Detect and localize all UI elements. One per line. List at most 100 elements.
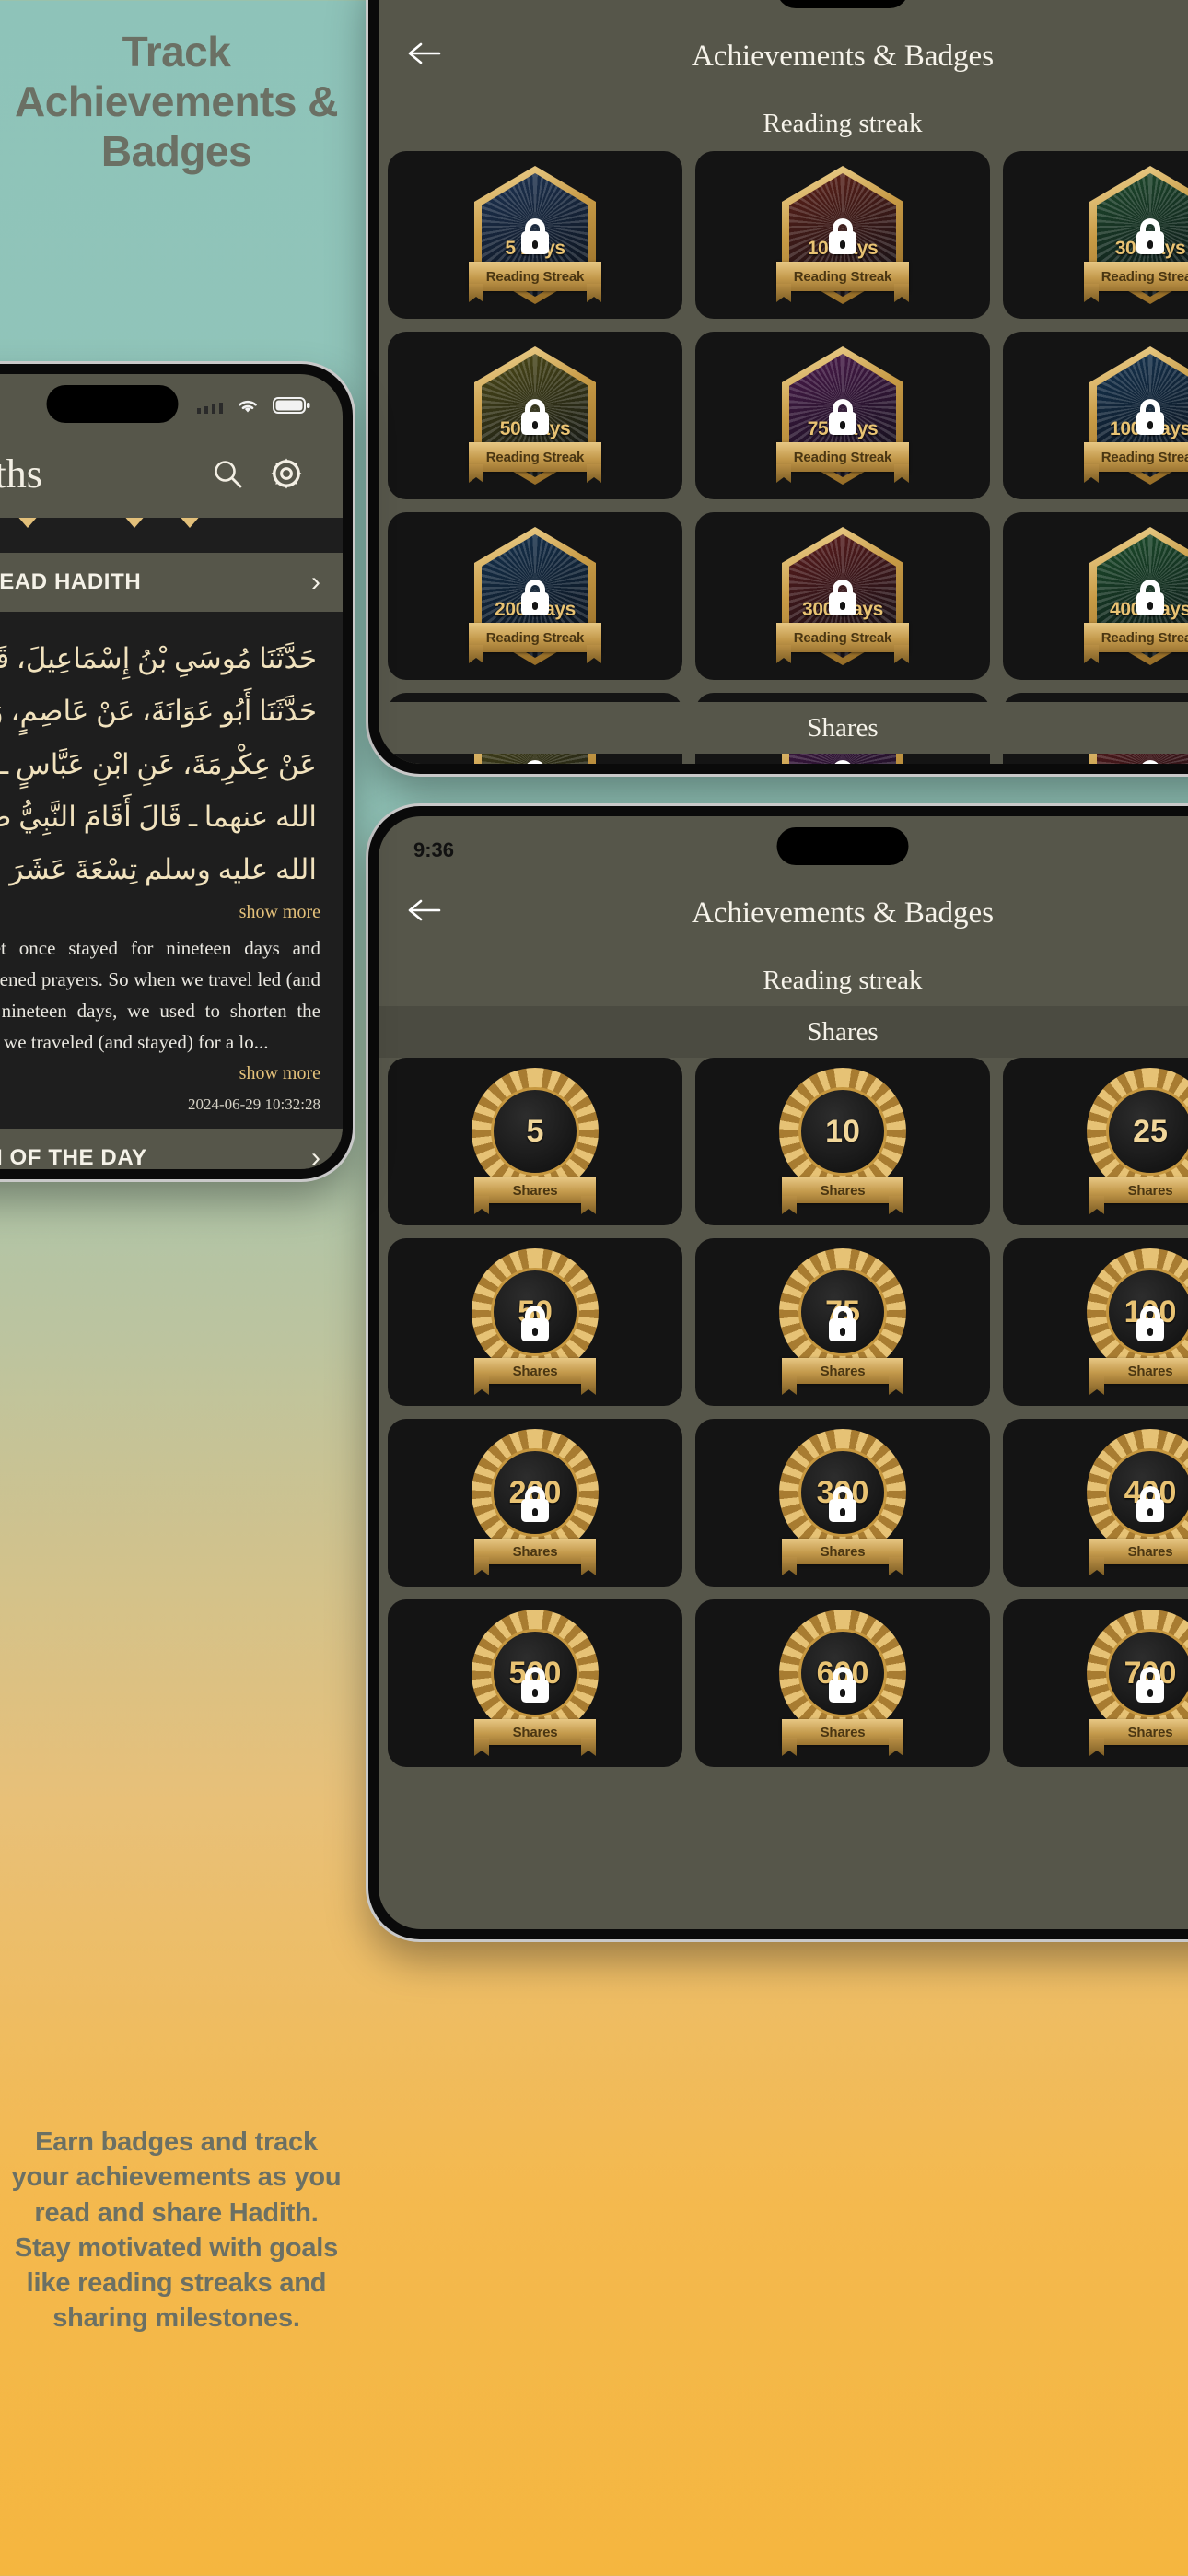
hadiths-content-scroll[interactable]: LAST READ HADITH › حَدَّثَنَا مُوسَىِ بْ…	[0, 518, 343, 1169]
section-label: HADITH OF THE DAY	[0, 1144, 147, 1169]
badge-card[interactable]: 300 Days Reading Streak	[695, 512, 990, 680]
badge-card[interactable]: 300 Shares	[695, 1419, 990, 1587]
medal-badge-icon: 25 Shares	[1084, 1068, 1188, 1211]
lock-icon	[521, 1306, 549, 1342]
badge-ribbon-label: Shares	[512, 1543, 558, 1560]
badge-card[interactable]: 100 Shares	[1003, 1238, 1188, 1406]
medal-face: 5	[491, 1087, 579, 1176]
badge-card[interactable]: 75 DaysReading Streak	[695, 332, 990, 499]
badge-ribbon: Reading Streak	[469, 623, 601, 652]
lock-icon	[1136, 1306, 1164, 1342]
badge-ribbon-label: Shares	[1127, 1543, 1173, 1560]
notch	[776, 827, 909, 865]
lock-icon	[1136, 760, 1164, 764]
badge-ribbon-label: Shares	[820, 1182, 866, 1199]
category-tab-shares[interactable]: Shares	[379, 1006, 1188, 1058]
badge-ribbon-label: Shares	[820, 1724, 866, 1740]
achievements-title: Achievements & Badges	[691, 896, 995, 930]
page-title: Track Achievements & Badges	[15, 28, 338, 175]
badge-ribbon-label: Shares	[512, 1724, 558, 1740]
phone-mockup-left: Hadiths LAST	[0, 364, 353, 1179]
lock-icon	[521, 1486, 549, 1523]
search-icon[interactable]	[206, 452, 249, 495]
badge-ribbon-label: Shares	[820, 1543, 866, 1560]
badge-card[interactable]: 5 DaysReading Streak	[388, 151, 682, 319]
badge-card[interactable]: 500 Shares	[388, 1599, 682, 1767]
badge-card[interactable]: 10 DaysReading Streak	[695, 151, 990, 319]
lock-icon	[829, 399, 856, 436]
badge-card[interactable]: 25 Shares	[1003, 1058, 1188, 1225]
badge-ribbon-label: Reading Streak	[793, 268, 892, 285]
badge-card[interactable]: 200 Shares	[388, 1419, 682, 1587]
medal-badge-icon: 5 Shares	[469, 1068, 601, 1211]
medal-face: 10	[798, 1087, 887, 1176]
badge-ribbon-label: Reading Streak	[793, 629, 892, 646]
badge-ribbon-label: Shares	[1127, 1363, 1173, 1379]
hadith-arabic-text: حَدَّثَنَا مُوسَىِ بْنُ إِسْمَاعِيلَ، قَ…	[0, 642, 317, 886]
last-read-timestamp: 2024-06-29 10:32:28	[187, 1095, 320, 1113]
medal-badge-icon: 10 Shares	[776, 1068, 909, 1211]
badge-ribbon: Reading Streak	[1084, 442, 1188, 472]
badge-ribbon: Shares	[474, 1177, 596, 1203]
badge-card[interactable]: 50 DaysReading Streak	[388, 332, 682, 499]
badge-ribbon: Reading Streak	[469, 442, 601, 472]
badge-card[interactable]: 600 Shares	[695, 1599, 990, 1767]
badge-grid-reading-streak[interactable]: 5 DaysReading Streak10 DaysReading Strea…	[379, 151, 1188, 764]
battery-icon	[273, 395, 311, 421]
badge-grid-shares[interactable]: 5 Shares 10 Shares 25 Shares 50 Shares 75 Shares 1…	[379, 1058, 1188, 1767]
signal-dots-icon	[197, 403, 223, 414]
badge-ribbon: Reading Streak	[469, 262, 601, 291]
lock-icon	[829, 580, 856, 616]
page-title-hadiths: Hadiths	[0, 451, 42, 497]
badge-ribbon-label: Reading Streak	[1101, 629, 1188, 646]
badge-card[interactable]: 30 DaysReading Streak	[1003, 151, 1188, 319]
badge-card[interactable]: 100 DaysReading Streak	[1003, 332, 1188, 499]
badge-card[interactable]: 400 DaysReading Streak	[1003, 512, 1188, 680]
lock-icon	[521, 580, 549, 616]
phone-screen-achievements-streak: 9:35 Achievements & Badges Reading strea…	[379, 0, 1188, 764]
badge-card[interactable]: 400 Shares	[1003, 1419, 1188, 1587]
badge-ribbon-label: Reading Streak	[485, 268, 585, 285]
gear-icon[interactable]	[265, 452, 308, 495]
badge-ribbon-label: Reading Streak	[1101, 268, 1188, 285]
show-more-english-link[interactable]: show more	[0, 1058, 343, 1084]
badge-card[interactable]: 10 Shares	[695, 1058, 990, 1225]
badge-card[interactable]: 5 Shares	[388, 1058, 682, 1225]
lock-icon	[521, 760, 549, 764]
carousel-indicator-arrows	[0, 518, 343, 553]
badge-ribbon-label: Reading Streak	[793, 449, 892, 465]
lock-icon	[1136, 580, 1164, 616]
back-arrow-icon[interactable]	[406, 896, 461, 930]
badge-card[interactable]: 700 Shares	[1003, 1599, 1188, 1767]
chevron-right-icon[interactable]: ›	[311, 1143, 320, 1169]
section-label: LAST READ HADITH	[0, 569, 142, 594]
badge-card[interactable]: 75 Shares	[695, 1238, 990, 1406]
category-tab-shares[interactable]: Shares	[379, 702, 1188, 754]
category-tab-reading-streak[interactable]: Reading streak	[379, 954, 1188, 1006]
phone-screen-achievements-shares: 9:36 Achievements & Badges Reading strea…	[379, 816, 1188, 1929]
badge-value: 10	[825, 1113, 860, 1149]
category-tab-reading-streak[interactable]: Reading streak	[379, 98, 1188, 149]
notch	[46, 385, 178, 423]
lock-icon	[1136, 218, 1164, 255]
achievements-title: Achievements & Badges	[691, 39, 995, 73]
show-more-arabic-link[interactable]: show more	[0, 896, 343, 923]
badge-value: 5	[526, 1113, 544, 1149]
badge-ribbon: Reading Streak	[776, 262, 909, 291]
lock-icon	[829, 760, 856, 764]
chevron-right-icon[interactable]: ›	[311, 568, 320, 596]
badge-card[interactable]: 200 Days Reading Streak	[388, 512, 682, 680]
section-header-hadith-of-the-day[interactable]: HADITH OF THE DAY ›	[0, 1128, 343, 1169]
badge-ribbon: Shares	[1089, 1719, 1188, 1745]
section-header-last-read-hadith[interactable]: LAST READ HADITH ›	[0, 553, 343, 612]
phone-screen-hadiths: Hadiths LAST	[0, 374, 343, 1169]
badge-ribbon: Shares	[474, 1719, 596, 1745]
badge-card[interactable]: 50 Shares	[388, 1238, 682, 1406]
lock-icon	[1136, 399, 1164, 436]
badge-ribbon: Shares	[1089, 1358, 1188, 1384]
status-time: 9:35	[413, 0, 454, 6]
back-arrow-icon[interactable]	[406, 40, 461, 73]
notch	[776, 0, 909, 8]
badge-ribbon-label: Shares	[820, 1363, 866, 1379]
achievements-header: Achievements & Badges	[379, 15, 1188, 98]
